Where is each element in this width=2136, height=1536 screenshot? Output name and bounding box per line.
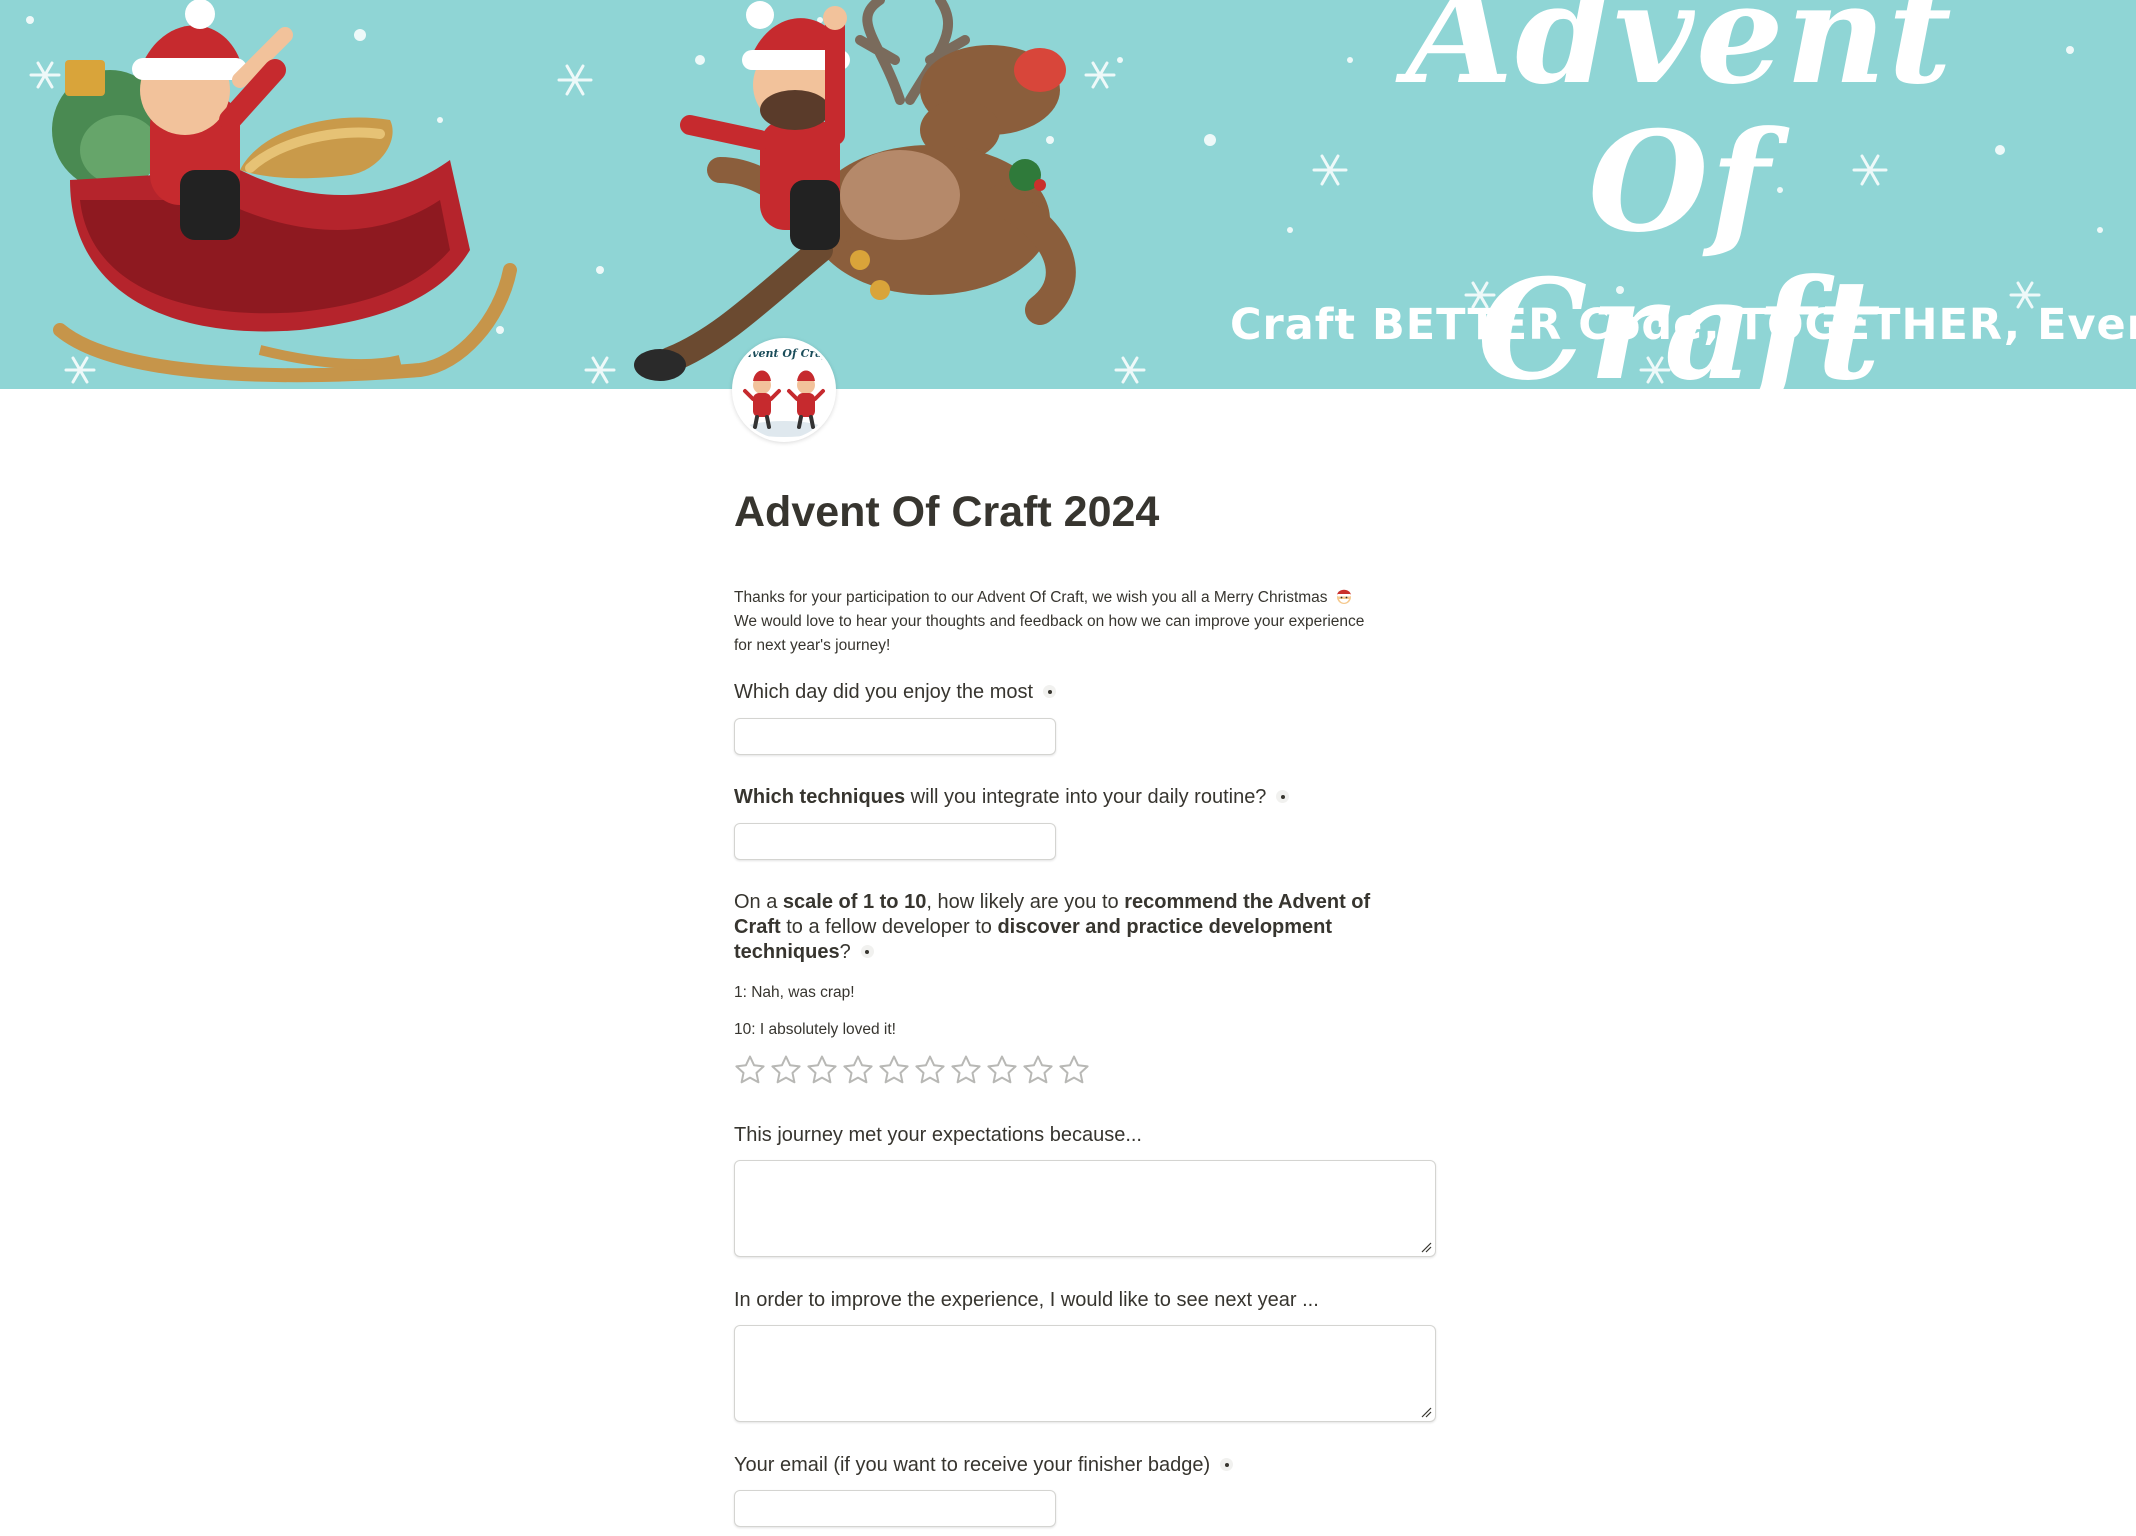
required-indicator xyxy=(860,945,874,958)
rating-star-3-icon[interactable] xyxy=(806,1054,838,1086)
improvements-textarea[interactable] xyxy=(734,1325,1436,1422)
question-recommend-line-3: techniques? xyxy=(734,940,874,965)
question-text: On a xyxy=(734,891,783,913)
question-text-bold: Craft xyxy=(734,916,781,938)
favorite-day-input[interactable] xyxy=(734,718,1056,755)
question-improvements: In order to improve the experience, I wo… xyxy=(734,1288,1319,1313)
sleigh-santa-illustration xyxy=(52,0,517,383)
rating-stars xyxy=(734,1054,1090,1086)
question-text: ? xyxy=(839,941,851,963)
question-label: In order to improve the experience, I wo… xyxy=(734,1289,1319,1311)
question-text: , how likely are you to xyxy=(926,891,1125,913)
question-text-bold: recommend the Advent of xyxy=(1124,891,1371,913)
rating-star-5-icon[interactable] xyxy=(878,1054,910,1086)
question-label: will you integrate into your daily routi… xyxy=(905,786,1267,808)
rating-star-7-icon[interactable] xyxy=(950,1054,982,1086)
question-label: Your email (if you want to receive your … xyxy=(734,1454,1211,1476)
question-techniques: Which techniques will you integrate into… xyxy=(734,785,1290,810)
techniques-input[interactable] xyxy=(734,823,1056,860)
question-label: This journey met your expectations becau… xyxy=(734,1124,1142,1146)
form-fields: Which day did you enjoy the most Which t… xyxy=(734,0,1446,1536)
question-text-bold: techniques xyxy=(734,941,840,963)
required-indicator xyxy=(1043,685,1057,698)
rating-star-6-icon[interactable] xyxy=(914,1054,946,1086)
rating-star-9-icon[interactable] xyxy=(1022,1054,1054,1086)
question-email: Your email (if you want to receive your … xyxy=(734,1453,1234,1478)
required-indicator xyxy=(1276,790,1290,803)
resize-handle-icon[interactable] xyxy=(1420,1241,1432,1253)
rating-star-10-icon[interactable] xyxy=(1058,1054,1090,1086)
question-text: to a fellow developer to xyxy=(780,916,998,938)
rating-star-2-icon[interactable] xyxy=(770,1054,802,1086)
question-text-bold: scale of 1 to 10 xyxy=(782,891,927,913)
rating-star-8-icon[interactable] xyxy=(986,1054,1018,1086)
question-label: Which day did you enjoy the most xyxy=(734,681,1034,703)
question-text-bold: discover and practice development xyxy=(997,916,1333,938)
email-input[interactable] xyxy=(734,1490,1056,1527)
question-recommend-line-2: Craft to a fellow developer to discover … xyxy=(734,915,1332,940)
required-indicator xyxy=(1220,1458,1234,1471)
question-recommend-line-1: On a scale of 1 to 10, how likely are yo… xyxy=(734,890,1370,915)
resize-handle-icon[interactable] xyxy=(1420,1406,1432,1418)
question-label-bold: Which techniques xyxy=(734,786,906,808)
question-expectations: This journey met your expectations becau… xyxy=(734,1123,1142,1148)
rating-star-1-icon[interactable] xyxy=(734,1054,766,1086)
rating-star-4-icon[interactable] xyxy=(842,1054,874,1086)
expectations-textarea[interactable] xyxy=(734,1160,1436,1257)
rating-hint-high: 10: I absolutely loved it! xyxy=(734,1021,896,1038)
rating-hint-low: 1: Nah, was crap! xyxy=(734,984,855,1001)
question-favorite-day: Which day did you enjoy the most xyxy=(734,680,1057,705)
